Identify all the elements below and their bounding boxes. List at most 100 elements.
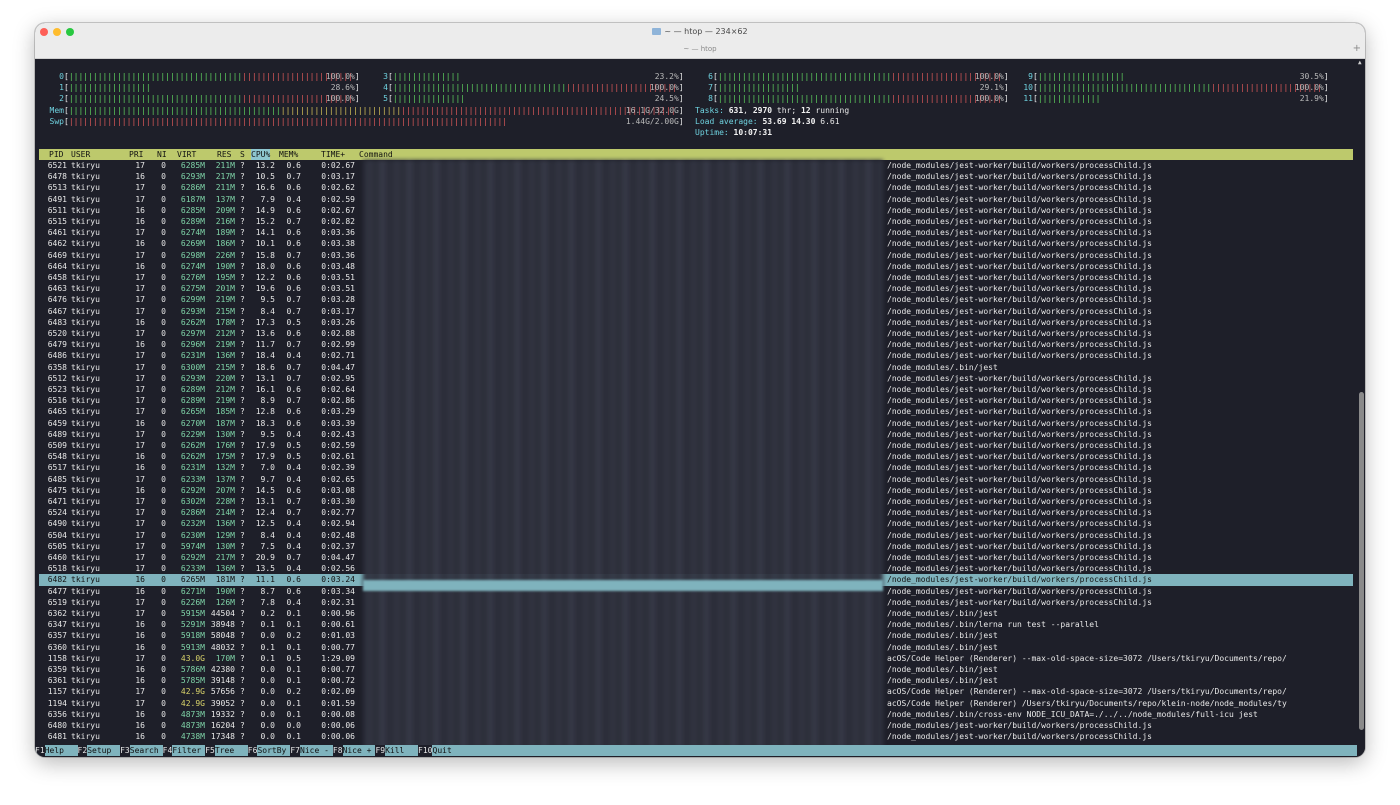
cell-mem: 0.1 — [286, 709, 301, 719]
cell-user: tkiryu — [71, 452, 100, 462]
meter-fill: ||||||||||||||||||||||||||||||||||||||||… — [68, 116, 509, 126]
fkey-f5[interactable]: F5 — [205, 745, 215, 757]
new-tab-button[interactable]: + — [1353, 43, 1361, 54]
col-res[interactable]: RES — [217, 149, 231, 160]
fkey-label-quit[interactable]: Quit — [433, 745, 452, 756]
col-pri[interactable]: PRI — [129, 149, 143, 160]
col-time[interactable]: TIME+ — [321, 149, 345, 160]
meter-value: 29.1% — [979, 83, 1004, 93]
col-state[interactable]: S — [240, 149, 245, 160]
cell-time: 0:00.77 — [321, 665, 355, 674]
cell-pri: 17 — [135, 519, 145, 529]
cell-mem: 0.6 — [286, 284, 301, 294]
cell-time: 0:03.08 — [321, 485, 355, 495]
col-mem[interactable]: MEM% — [279, 149, 298, 160]
cell-cmd: /node_modules/jest-worker/build/workers/… — [887, 306, 1152, 316]
cell-time: 0:01.03 — [321, 631, 355, 641]
col-cpu-sorted[interactable]: CPU% — [251, 149, 271, 161]
cell-ni: 0 — [161, 620, 166, 630]
fkey-label-kill[interactable]: Kill — [385, 745, 404, 756]
cell-ni: 0 — [161, 385, 166, 394]
cell-cmd: /node_modules/.bin/jest — [887, 609, 998, 618]
cell-cmd: /node_modules/jest-worker/build/workers/… — [887, 586, 1152, 596]
cell-mem: 0.1 — [286, 676, 301, 686]
col-ni[interactable]: NI — [157, 149, 167, 160]
cell-res: 39148 — [210, 676, 235, 686]
cell-cmd: /node_modules/jest-worker/build/workers/… — [887, 284, 1152, 294]
scrollbar[interactable]: ▲ — [1358, 59, 1365, 757]
cell-virt: 5915M — [180, 609, 205, 618]
cell-res: 215M — [215, 306, 235, 316]
cell-user: tkiryu — [71, 497, 100, 506]
col-virt[interactable]: VIRT — [177, 149, 196, 160]
fkey-f6[interactable]: F6 — [247, 745, 258, 757]
cell-user: tkiryu — [71, 295, 100, 305]
cpu-meter-0: 0[||||||||||||||||||||||||||||||||||||||… — [41, 71, 359, 82]
cell-cpu: 0.0 — [260, 631, 275, 641]
cell-pri: 17 — [135, 474, 145, 484]
fkey-label-search[interactable]: Search — [130, 745, 159, 756]
cell-s: ? — [240, 698, 245, 708]
cell-res: 186M — [215, 239, 235, 249]
cell-pid: 6505 — [47, 541, 67, 551]
cell-pid: 6460 — [47, 553, 67, 562]
cell-mem: 0.7 — [286, 396, 301, 406]
cell-time: 0:02.94 — [321, 519, 355, 529]
fkey-label-nice[interactable]: Nice - — [300, 745, 329, 756]
col-command[interactable]: Command — [359, 149, 393, 160]
fkey-f1[interactable]: F1 — [35, 745, 45, 757]
cell-virt: 6293M — [180, 306, 205, 316]
cell-pri: 17 — [135, 284, 145, 294]
fkey-f4[interactable]: F4 — [162, 745, 173, 757]
cell-pri: 17 — [135, 250, 145, 260]
fkey-label-setup[interactable]: Setup — [87, 745, 111, 756]
fkey-f9[interactable]: F9 — [375, 745, 386, 757]
cell-user: tkiryu — [71, 261, 100, 271]
scroll-up-icon[interactable]: ▲ — [1358, 59, 1364, 66]
cell-virt: 6285M — [180, 205, 205, 215]
col-user[interactable]: USER — [71, 149, 90, 160]
cell-pri: 16 — [135, 575, 145, 585]
cpu-meter-7: 7[||||||||||||||||||||||||||||||||||||||… — [690, 82, 1008, 93]
cell-cpu: 17.9 — [255, 452, 275, 462]
fkey-f7[interactable]: F7 — [290, 745, 300, 757]
fkey-label-sortby[interactable]: SortBy — [257, 745, 286, 756]
fkey-f3[interactable]: F3 — [120, 745, 130, 757]
fkey-label-help[interactable]: Help — [45, 745, 64, 756]
fkey-label-nice[interactable]: Nice + — [343, 745, 372, 756]
cell-ni: 0 — [161, 396, 166, 406]
cell-user: tkiryu — [71, 194, 100, 204]
meter-bar: ||||||||||||||||||||||||||||||||||||||||… — [69, 82, 355, 93]
cell-time: 0:02.65 — [321, 474, 355, 484]
cell-virt: 6269M — [180, 239, 205, 249]
cell-time: 0:02.86 — [321, 396, 355, 406]
cell-res: 189M — [215, 228, 235, 238]
fkey-label-filter[interactable]: Filter — [172, 745, 201, 756]
cell-cmd: /node_modules/jest-worker/build/workers/… — [887, 441, 1152, 450]
fkey-f10[interactable]: F10 — [418, 745, 433, 757]
meter-value: 100.0% — [325, 72, 355, 81]
scrollbar-thumb[interactable] — [1359, 392, 1364, 730]
cell-pri: 17 — [135, 396, 145, 406]
meter-bar: ||||||||||||||||||||||||||||||||||||||||… — [69, 93, 355, 104]
fkey-f8[interactable]: F8 — [332, 745, 343, 757]
cell-cmd: /node_modules/jest-worker/build/workers/… — [887, 721, 1152, 730]
cell-cpu: 0.0 — [260, 665, 275, 674]
meter-bar: ||||||||||||||||||||||||||||||||||||||||… — [1038, 93, 1324, 104]
col-pid[interactable]: PID — [49, 149, 63, 160]
tab-htop[interactable]: ~ — htop — [35, 45, 1365, 53]
cell-cpu: 13.1 — [255, 373, 275, 383]
cell-virt: 43.0G — [180, 653, 205, 663]
cell-s: ? — [240, 687, 245, 697]
fkey-f2[interactable]: F2 — [77, 745, 88, 757]
terminal-content[interactable]: ▲ 0[||||||||||||||||||||||||||||||||||||… — [35, 59, 1365, 757]
cell-user: tkiryu — [71, 721, 100, 730]
meter-fill: ||||||||||||||||||||||||||||||||||||||||… — [392, 72, 460, 81]
cell-user: tkiryu — [71, 564, 100, 574]
fkey-label-tree[interactable]: Tree — [215, 745, 234, 756]
cell-time: 0:00.72 — [321, 676, 355, 686]
cell-s: ? — [240, 553, 245, 562]
cell-cmd: /node_modules/jest-worker/build/workers/… — [887, 508, 1152, 518]
cell-s: ? — [240, 642, 245, 652]
meter-label: 2 — [59, 94, 64, 104]
